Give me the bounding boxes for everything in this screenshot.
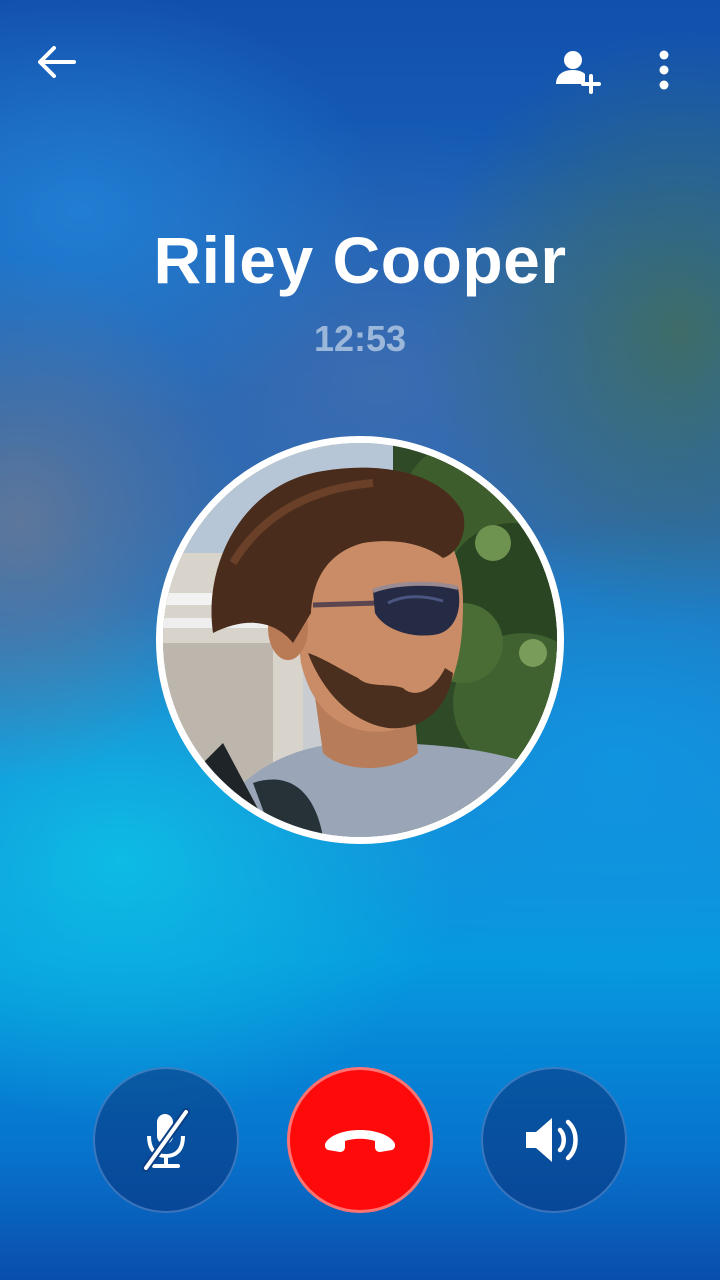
microphone-off-icon (142, 1108, 190, 1172)
more-options-button[interactable] (632, 38, 696, 102)
person-add-icon (556, 51, 601, 94)
speaker-button[interactable] (481, 1067, 627, 1213)
end-call-button[interactable] (287, 1067, 433, 1213)
add-participant-button[interactable] (545, 38, 609, 102)
speaker-volume-icon (526, 1118, 578, 1162)
contact-name: Riley Cooper (153, 223, 567, 297)
phone-hangup-icon (324, 1130, 396, 1152)
call-duration: 12:53 (313, 318, 407, 359)
more-vertical-icon (659, 50, 669, 90)
contact-avatar (156, 436, 564, 844)
arrow-left-icon (38, 46, 76, 78)
top-bar (0, 28, 720, 100)
call-controls (0, 1067, 720, 1213)
back-button[interactable] (24, 30, 88, 94)
mute-button[interactable] (93, 1067, 239, 1213)
